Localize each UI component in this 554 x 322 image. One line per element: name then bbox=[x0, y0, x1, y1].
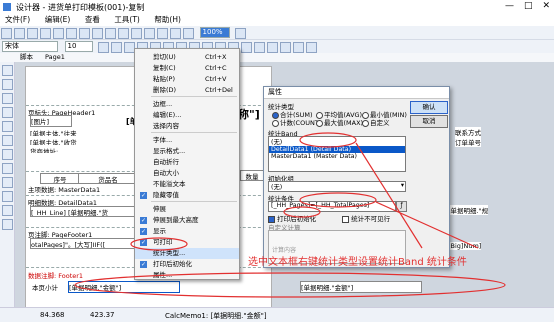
highlight-ellipse-init bbox=[283, 206, 321, 218]
highlight-ellipse-sum-field bbox=[74, 272, 506, 298]
selection-info: CalcMemo1: [单据明细."金额"] bbox=[165, 312, 267, 320]
cursor-x: 84.368 bbox=[40, 311, 65, 319]
highlight-ellipse-stat-type bbox=[130, 237, 188, 251]
highlight-ellipse-band bbox=[299, 132, 357, 148]
cursor-y: 423.37 bbox=[90, 311, 115, 319]
annotation-overlay bbox=[74, 132, 506, 298]
status-bar: 84.368 423.37 CalcMemo1: [单据明细."金额"] bbox=[0, 307, 554, 322]
arrow-line-condition bbox=[375, 201, 479, 249]
annotation-text: 选中文本框右键统计类型设置统计Band 统计条件 bbox=[248, 257, 467, 268]
highlight-ellipse-condition bbox=[299, 192, 377, 208]
